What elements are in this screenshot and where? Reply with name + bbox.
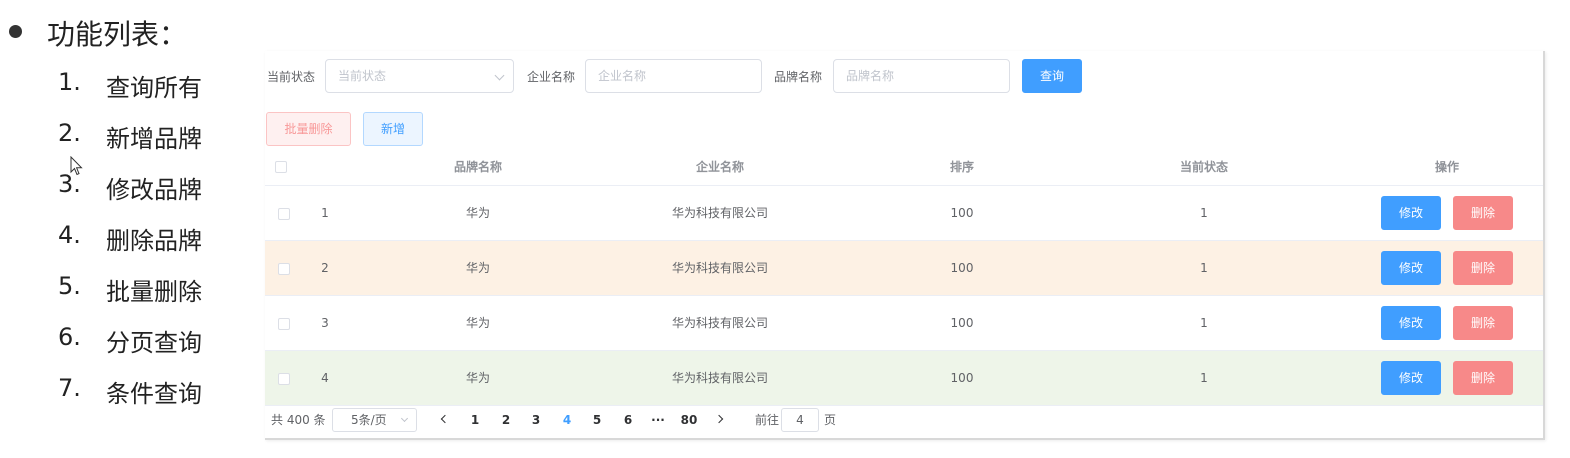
delete-button[interactable]: 删除	[1453, 196, 1513, 230]
pagination-total: 共 400 条	[271, 413, 326, 427]
brand-input[interactable]	[833, 59, 1010, 93]
header-brand: 品牌名称	[453, 160, 502, 174]
query-button[interactable]: 查询	[1022, 59, 1082, 93]
batch-delete-button[interactable]: 批量删除	[266, 112, 351, 146]
header-status: 当前状态	[1179, 160, 1228, 174]
delete-button[interactable]: 删除	[1453, 251, 1513, 285]
select-all-checkbox[interactable]	[275, 161, 287, 173]
feature-item: 2. 新增品牌	[58, 119, 228, 153]
cell-status: 1	[1200, 206, 1208, 220]
cell-brand: 华为	[465, 206, 490, 220]
feature-number: 7.	[58, 374, 81, 402]
brand-management-panel: 当前状态 当前状态 企业名称 品牌名称 查询 批量删除 新增 品牌名称 企业名称…	[265, 51, 1545, 440]
bullet-dot-icon	[9, 25, 22, 38]
row-index: 2	[321, 261, 329, 275]
chevron-down-icon	[400, 414, 409, 423]
edit-button[interactable]: 修改	[1381, 196, 1441, 230]
more-pages-icon[interactable]: ···	[647, 407, 669, 433]
edit-button[interactable]: 修改	[1381, 306, 1441, 340]
header-company: 企业名称	[695, 160, 744, 174]
feature-text: 分页查询	[106, 329, 202, 357]
feature-number: 1.	[58, 68, 81, 96]
row-index: 1	[321, 206, 329, 220]
page-button[interactable]: 6	[617, 407, 639, 433]
feature-item: 4. 删除品牌	[58, 221, 228, 255]
page-button[interactable]: 5	[586, 407, 608, 433]
row-checkbox[interactable]	[278, 263, 290, 275]
page-button-last[interactable]: 80	[677, 407, 701, 433]
feature-item: 6. 分页查询	[58, 323, 228, 357]
goto-suffix: 页	[824, 413, 837, 427]
cell-order: 100	[950, 206, 974, 220]
company-label: 企业名称	[527, 70, 576, 84]
prev-page-icon[interactable]	[440, 414, 450, 424]
cell-company: 华为科技有限公司	[671, 371, 768, 385]
cell-status: 1	[1200, 261, 1208, 275]
table-row: 3 华为 华为科技有限公司 100 1 修改 删除	[265, 296, 1543, 351]
company-input[interactable]	[585, 59, 762, 93]
cell-brand: 华为	[465, 261, 490, 275]
row-index: 4	[321, 371, 329, 385]
delete-button[interactable]: 删除	[1453, 361, 1513, 395]
row-checkbox[interactable]	[278, 208, 290, 220]
table-row: 4 华为 华为科技有限公司 100 1 修改 删除	[265, 351, 1543, 406]
feature-text: 新增品牌	[106, 125, 202, 153]
next-page-icon[interactable]	[714, 414, 724, 424]
edit-button[interactable]: 修改	[1381, 251, 1441, 285]
table-header: 品牌名称 企业名称 排序 当前状态 操作	[265, 149, 1543, 186]
edit-button[interactable]: 修改	[1381, 361, 1441, 395]
cell-brand: 华为	[465, 371, 490, 385]
cell-order: 100	[950, 261, 974, 275]
chevron-down-icon	[494, 70, 505, 81]
feature-text: 修改品牌	[106, 176, 202, 204]
header-order: 排序	[949, 160, 974, 174]
page-button[interactable]: 2	[495, 407, 517, 433]
cell-brand: 华为	[465, 316, 490, 330]
cell-status: 1	[1200, 371, 1208, 385]
cell-status: 1	[1200, 316, 1208, 330]
cell-company: 华为科技有限公司	[671, 316, 768, 330]
table-row: 2 华为 华为科技有限公司 100 1 修改 删除	[265, 241, 1543, 296]
goto-page-input[interactable]: 4	[781, 408, 819, 432]
cell-order: 100	[950, 371, 974, 385]
feature-number: 6.	[58, 323, 81, 351]
goto-prefix: 前往	[755, 413, 780, 427]
mouse-cursor-icon	[70, 156, 83, 176]
row-index: 3	[321, 316, 329, 330]
slide-heading: 功能列表：	[47, 18, 188, 51]
cell-company: 华为科技有限公司	[671, 261, 768, 275]
feature-number: 4.	[58, 221, 81, 249]
feature-number: 2.	[58, 119, 81, 147]
feature-text: 查询所有	[106, 74, 202, 102]
page-size-value: 5条/页	[351, 413, 387, 427]
status-select-placeholder: 当前状态	[338, 69, 387, 83]
feature-text: 条件查询	[106, 380, 202, 408]
brand-label: 品牌名称	[774, 70, 823, 84]
feature-text: 删除品牌	[106, 227, 202, 255]
table-row: 1 华为 华为科技有限公司 100 1 修改 删除	[265, 186, 1543, 241]
status-select[interactable]: 当前状态	[325, 59, 514, 93]
cell-company: 华为科技有限公司	[671, 206, 768, 220]
add-button[interactable]: 新增	[363, 112, 423, 146]
feature-number: 5.	[58, 272, 81, 300]
header-actions: 操作	[1434, 160, 1459, 174]
feature-item: 5. 批量删除	[58, 272, 228, 306]
page-button-current[interactable]: 4	[556, 407, 578, 433]
status-label: 当前状态	[267, 70, 316, 84]
page-button[interactable]: 3	[525, 407, 547, 433]
cell-order: 100	[950, 316, 974, 330]
page-button[interactable]: 1	[464, 407, 486, 433]
feature-item: 1. 查询所有	[58, 68, 228, 102]
delete-button[interactable]: 删除	[1453, 306, 1513, 340]
row-checkbox[interactable]	[278, 318, 290, 330]
feature-text: 批量删除	[106, 278, 202, 306]
row-checkbox[interactable]	[278, 373, 290, 385]
feature-item: 7. 条件查询	[58, 374, 228, 408]
page-size-select[interactable]: 5条/页	[332, 408, 417, 432]
